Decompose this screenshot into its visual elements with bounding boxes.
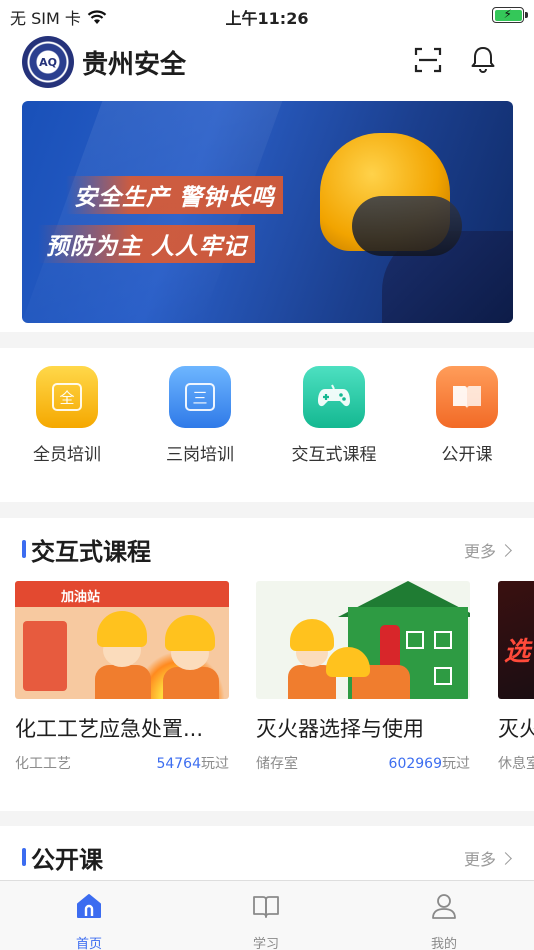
entry-label: 三岗培训: [166, 445, 234, 465]
course-category: 储存室: [256, 756, 298, 772]
course-meta: 储存室 602969玩过: [256, 753, 470, 773]
course-category: 化工工艺: [15, 756, 71, 772]
course-meta: 休息室: [498, 753, 534, 773]
course-card[interactable]: 加油站 化工工艺应急处置... 化工工艺 54764玩过: [15, 581, 229, 773]
tab-mine[interactable]: 我的: [404, 891, 484, 950]
course-thumbnail: 加油站: [15, 581, 229, 699]
entry-label: 全员培训: [33, 445, 101, 465]
battery-icon: ⚡: [492, 7, 528, 23]
course-card[interactable]: 灭火器选择与使用 储存室 602969玩过: [256, 581, 470, 773]
section-accent-bar: [22, 540, 26, 558]
status-time: 上午11:26: [225, 9, 309, 28]
more-link[interactable]: 更多: [463, 538, 512, 562]
all-staff-training-icon: 全: [36, 366, 98, 428]
course-thumbnail: 选: [498, 581, 534, 699]
chevron-right-icon: [499, 851, 512, 865]
more-label: 更多: [463, 542, 496, 561]
quick-entry-grid: 全 全员培训 三 三岗培训 交互式课程 公开课: [0, 348, 534, 502]
app-logo: AQ: [22, 36, 74, 88]
section-title: 公开课: [31, 846, 103, 874]
bottom-tab-bar: 首页 学习 我的: [0, 880, 534, 950]
course-title: 灭火: [498, 717, 534, 741]
banner-slogan-2: 预防为主 人人牢记: [38, 225, 256, 263]
entry-interactive-course[interactable]: 交互式课程: [274, 366, 394, 465]
entry-label: 公开课: [441, 445, 493, 465]
home-icon: [77, 894, 101, 918]
tab-home[interactable]: 首页: [49, 891, 129, 950]
tab-study[interactable]: 学习: [226, 891, 306, 950]
play-count: 54764玩过: [156, 756, 229, 772]
interactive-course-section: 交互式课程 更多 加油站 化工工艺应急处置... 化工工艺 54764玩过 灭火…: [0, 518, 534, 811]
play-count: 602969玩过: [388, 756, 470, 772]
scan-icon[interactable]: [414, 46, 442, 74]
logo-text: AQ: [39, 55, 57, 69]
more-link[interactable]: 更多: [463, 846, 512, 870]
home-screen: 无 SIM 卡 上午11:26 ⚡ AQ 贵州安全 安全生产 警钟长鸣 预防为主…: [0, 0, 534, 950]
course-card[interactable]: 选 灭火 休息室: [498, 581, 534, 773]
chevron-right-icon: [499, 543, 512, 557]
course-title: 化工工艺应急处置...: [15, 717, 204, 741]
course-meta: 化工工艺 54764玩过: [15, 753, 229, 773]
entry-three-post-training[interactable]: 三 三岗培训: [140, 366, 260, 465]
safety-banner[interactable]: 安全生产 警钟长鸣 预防为主 人人牢记: [22, 101, 513, 323]
gamepad-icon: [303, 366, 365, 428]
three-post-training-icon: 三: [169, 366, 231, 428]
home-header: AQ 贵州安全 安全生产 警钟长鸣 预防为主 人人牢记: [0, 30, 534, 332]
thumb-text: 选: [504, 637, 531, 667]
app-title: 贵州安全: [82, 50, 187, 80]
extinguisher-image: [380, 625, 400, 669]
section-accent-bar: [22, 848, 26, 866]
entry-open-course[interactable]: 公开课: [407, 366, 527, 465]
person-icon: [432, 894, 456, 919]
course-thumbnail: [256, 581, 470, 699]
tab-label: 首页: [75, 937, 102, 950]
bell-icon[interactable]: [468, 44, 498, 74]
course-category: 休息室: [498, 756, 534, 772]
status-bar: 无 SIM 卡 上午11:26 ⚡: [0, 0, 534, 30]
entry-all-staff-training[interactable]: 全 全员培训: [7, 366, 127, 465]
section-header: 公开课 更多: [0, 838, 534, 874]
tab-label: 我的: [430, 937, 457, 950]
open-course-section: 公开课 更多: [0, 826, 534, 886]
entry-label: 交互式课程: [291, 445, 377, 465]
more-label: 更多: [463, 850, 496, 869]
course-title: 灭火器选择与使用: [256, 717, 424, 741]
tab-label: 学习: [252, 937, 279, 950]
thumb-sign: 加油站: [15, 581, 229, 607]
section-header: 交互式课程 更多: [0, 530, 534, 566]
book-icon: [436, 366, 498, 428]
banner-slogan-1: 安全生产 警钟长鸣: [66, 176, 284, 214]
section-title: 交互式课程: [31, 538, 151, 566]
open-book-icon: [253, 896, 279, 918]
